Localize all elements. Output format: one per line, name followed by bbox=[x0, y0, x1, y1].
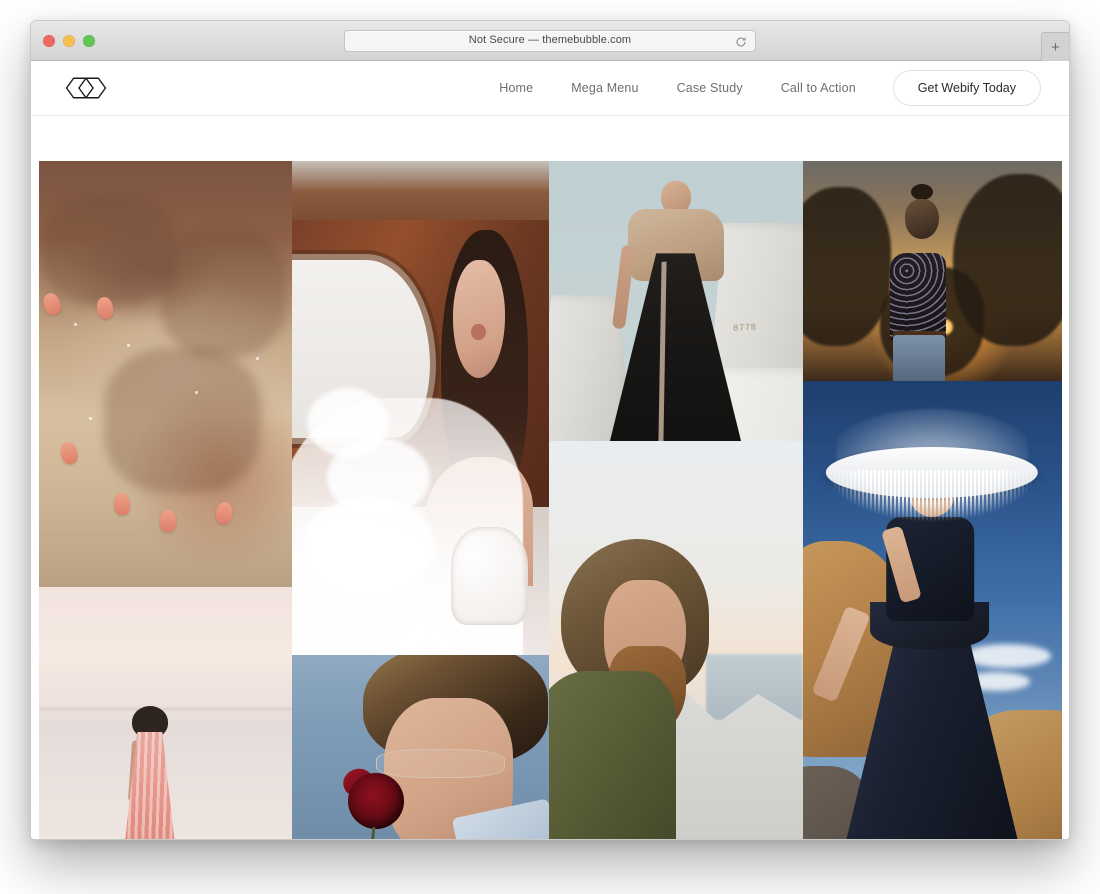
gallery-item-bride[interactable] bbox=[291, 161, 549, 655]
nav-item-home[interactable]: Home bbox=[480, 82, 552, 95]
photo-woman-black-skirt: 8778 bbox=[548, 161, 803, 441]
traffic-lights bbox=[43, 34, 95, 47]
concrete-marking: 8778 bbox=[732, 322, 758, 335]
gallery-item-gown[interactable] bbox=[802, 381, 1062, 839]
photo-bearded-man-coast bbox=[548, 441, 803, 839]
photo-man-with-rose bbox=[291, 655, 549, 839]
photo-bride-in-boat bbox=[291, 161, 549, 655]
nav-item-mega-menu[interactable]: Mega Menu bbox=[552, 82, 657, 95]
nav-item-case-study[interactable]: Case Study bbox=[658, 82, 762, 95]
browser-titlebar: Not Secure — themebubble.com + bbox=[31, 21, 1069, 61]
gallery-item-hands[interactable] bbox=[38, 161, 292, 587]
gallery-item-skirt[interactable]: 8778 bbox=[548, 161, 803, 441]
main-navigation: Home Mega Menu Case Study Call to Action… bbox=[480, 69, 1041, 107]
address-bar[interactable]: Not Secure — themebubble.com bbox=[344, 29, 756, 52]
site-header: Home Mega Menu Case Study Call to Action… bbox=[31, 61, 1069, 116]
photo-woman-in-water bbox=[38, 587, 292, 839]
zoom-window-button[interactable] bbox=[83, 34, 95, 47]
gallery-item-sunset[interactable] bbox=[802, 161, 1062, 381]
get-webify-today-button[interactable]: Get Webify Today bbox=[892, 69, 1041, 107]
gallery-item-beard[interactable] bbox=[548, 441, 803, 839]
gallery-item-rose[interactable] bbox=[291, 655, 549, 839]
new-tab-button[interactable]: + bbox=[1041, 32, 1069, 61]
address-bar-text: Not Secure — themebubble.com bbox=[468, 34, 632, 46]
page-content: Home Mega Menu Case Study Call to Action… bbox=[31, 61, 1069, 839]
close-window-button[interactable] bbox=[43, 34, 55, 47]
photo-sunset-silhouette bbox=[802, 161, 1062, 381]
browser-window: Not Secure — themebubble.com + Home Mega… bbox=[30, 20, 1070, 840]
portfolio-gallery: 8778 bbox=[38, 161, 1062, 839]
reload-icon[interactable] bbox=[735, 35, 747, 47]
gallery-item-lake[interactable] bbox=[38, 587, 292, 839]
minimize-window-button[interactable] bbox=[63, 34, 75, 47]
nav-item-call-to-action[interactable]: Call to Action bbox=[762, 82, 875, 95]
photo-hands-on-sand bbox=[38, 161, 292, 587]
header-spacer bbox=[31, 116, 1069, 161]
photo-fringed-hat-gown bbox=[802, 381, 1062, 839]
webify-logo[interactable] bbox=[63, 71, 109, 105]
